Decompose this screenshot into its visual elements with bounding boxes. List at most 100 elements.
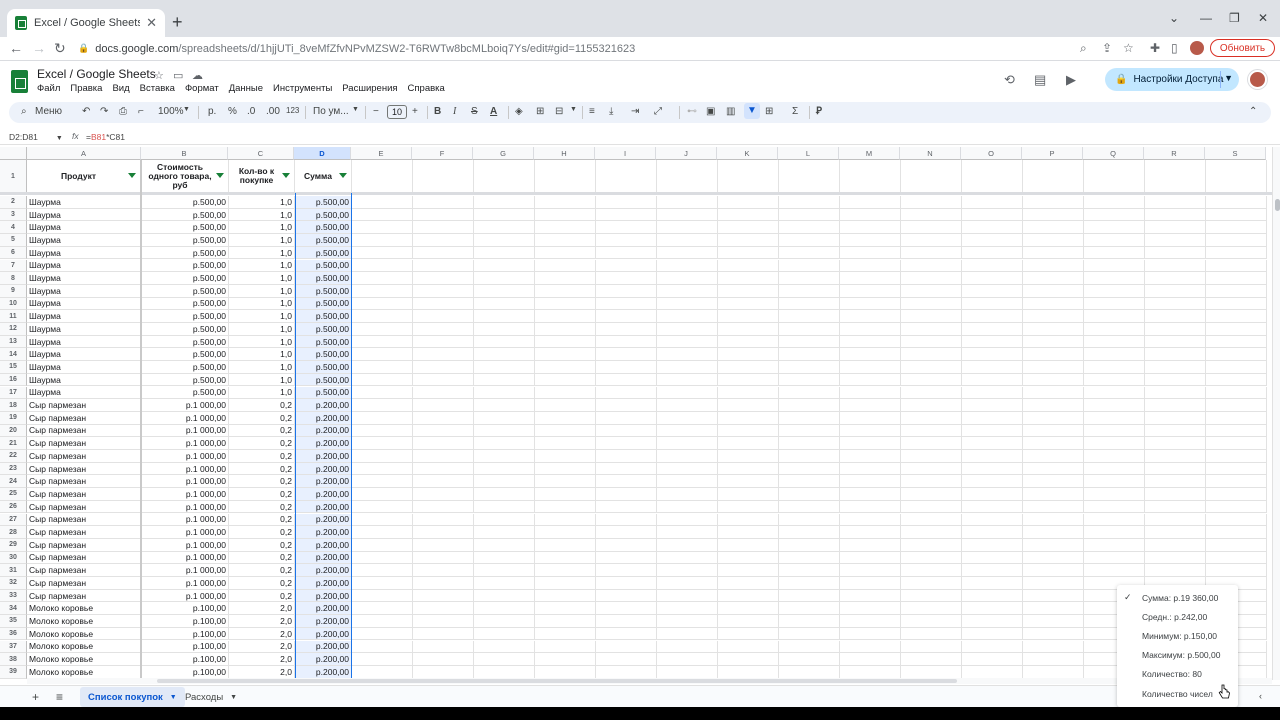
column-header[interactable]: J bbox=[656, 147, 717, 160]
bold-icon[interactable]: B bbox=[434, 106, 441, 117]
table-cell[interactable]: Сыр пармезан bbox=[27, 526, 141, 539]
side-panel-toggle-icon[interactable]: ‹ bbox=[1259, 691, 1262, 701]
table-cell[interactable]: 0,2 bbox=[229, 589, 295, 603]
empty-cell[interactable] bbox=[1145, 373, 1206, 387]
empty-cell[interactable] bbox=[596, 551, 657, 565]
account-avatar[interactable] bbox=[1248, 70, 1267, 89]
filter-icon[interactable]: ▼ bbox=[744, 103, 760, 119]
empty-cell[interactable] bbox=[1206, 424, 1267, 438]
empty-cell[interactable] bbox=[962, 234, 1023, 247]
row-header[interactable]: 35 bbox=[0, 615, 27, 628]
empty-cell[interactable] bbox=[779, 246, 840, 260]
table-cell[interactable]: 2,0 bbox=[229, 615, 295, 628]
empty-cell[interactable] bbox=[535, 653, 596, 666]
increase-font-size-icon[interactable]: + bbox=[412, 106, 418, 117]
stat-max[interactable]: Максимум: р.500,00 bbox=[1117, 646, 1238, 665]
empty-cell[interactable] bbox=[840, 500, 901, 514]
empty-cell[interactable] bbox=[535, 564, 596, 577]
empty-cell[interactable] bbox=[352, 513, 413, 527]
table-cell[interactable]: 1,0 bbox=[229, 373, 295, 387]
empty-cell[interactable] bbox=[718, 297, 779, 311]
table-cell[interactable]: Сыр пармезан bbox=[27, 589, 141, 603]
tab-search-icon[interactable]: ⌄ bbox=[1169, 11, 1179, 25]
empty-cell[interactable] bbox=[962, 475, 1023, 489]
empty-cell[interactable] bbox=[1145, 513, 1206, 527]
table-cell[interactable]: Шаурма bbox=[27, 221, 141, 235]
empty-cell[interactable] bbox=[535, 399, 596, 412]
empty-cell[interactable] bbox=[779, 234, 840, 247]
row-header[interactable]: 39 bbox=[0, 665, 27, 679]
empty-cell[interactable] bbox=[779, 513, 840, 527]
empty-cell[interactable] bbox=[596, 437, 657, 450]
frozen-column-divider[interactable] bbox=[140, 160, 142, 680]
empty-cell[interactable] bbox=[474, 234, 535, 247]
row-header[interactable]: 29 bbox=[0, 538, 27, 552]
empty-cell[interactable] bbox=[1023, 488, 1084, 501]
empty-cell[interactable] bbox=[352, 310, 413, 323]
empty-cell[interactable] bbox=[474, 564, 535, 577]
formula-input[interactable]: =B81*C81 bbox=[86, 132, 125, 142]
empty-cell[interactable] bbox=[840, 424, 901, 438]
font-select[interactable]: По ум... bbox=[313, 106, 349, 117]
empty-cell[interactable] bbox=[962, 411, 1023, 425]
empty-cell[interactable] bbox=[1023, 246, 1084, 260]
share-dropdown-icon[interactable]: ▼ bbox=[1224, 73, 1233, 83]
browser-tab[interactable]: Excel / Google Sheets - Google T ✕ bbox=[7, 9, 165, 37]
empty-cell[interactable] bbox=[779, 500, 840, 514]
header-product[interactable]: Продукт bbox=[27, 160, 141, 193]
empty-cell[interactable] bbox=[901, 450, 962, 463]
table-cell[interactable]: р.500,00 bbox=[142, 335, 229, 349]
menu-tools[interactable]: Инструменты bbox=[273, 83, 332, 94]
table-cell[interactable]: Сыр пармезан bbox=[27, 399, 141, 412]
vertical-scrollbar[interactable] bbox=[1272, 147, 1280, 680]
vertical-scroll-thumb[interactable] bbox=[1275, 199, 1280, 211]
empty-cell[interactable] bbox=[413, 348, 474, 362]
empty-cell[interactable] bbox=[413, 551, 474, 565]
empty-cell[interactable] bbox=[1023, 411, 1084, 425]
empty-cell[interactable] bbox=[352, 653, 413, 666]
empty-cell[interactable] bbox=[535, 234, 596, 247]
empty-cell[interactable] bbox=[1084, 373, 1145, 387]
empty-cell[interactable] bbox=[535, 160, 596, 193]
empty-cell[interactable] bbox=[1206, 284, 1267, 298]
empty-cell[interactable] bbox=[657, 538, 718, 552]
empty-cell[interactable] bbox=[596, 259, 657, 273]
empty-cell[interactable] bbox=[1084, 221, 1145, 235]
table-cell[interactable]: Молоко коровье bbox=[27, 602, 141, 616]
empty-cell[interactable] bbox=[901, 310, 962, 323]
empty-cell[interactable] bbox=[1145, 221, 1206, 235]
font-size-input[interactable]: 10 bbox=[387, 105, 407, 119]
empty-cell[interactable] bbox=[535, 462, 596, 476]
empty-cell[interactable] bbox=[657, 665, 718, 679]
empty-cell[interactable] bbox=[1023, 348, 1084, 362]
empty-cell[interactable] bbox=[1084, 526, 1145, 539]
empty-cell[interactable] bbox=[474, 386, 535, 400]
empty-cell[interactable] bbox=[1145, 284, 1206, 298]
empty-cell[interactable] bbox=[596, 310, 657, 323]
empty-cell[interactable] bbox=[962, 602, 1023, 616]
empty-cell[interactable] bbox=[962, 208, 1023, 222]
empty-cell[interactable] bbox=[840, 450, 901, 463]
empty-cell[interactable] bbox=[413, 399, 474, 412]
empty-cell[interactable] bbox=[596, 640, 657, 654]
empty-cell[interactable] bbox=[596, 589, 657, 603]
empty-cell[interactable] bbox=[535, 221, 596, 235]
empty-cell[interactable] bbox=[840, 361, 901, 374]
empty-cell[interactable] bbox=[535, 513, 596, 527]
empty-cell[interactable] bbox=[840, 335, 901, 349]
empty-cell[interactable] bbox=[1023, 310, 1084, 323]
empty-cell[interactable] bbox=[1084, 475, 1145, 489]
table-cell[interactable]: р.500,00 bbox=[142, 221, 229, 235]
comments-icon[interactable]: ▤ bbox=[1034, 72, 1046, 88]
empty-cell[interactable] bbox=[1206, 323, 1267, 336]
table-cell[interactable]: Шаурма bbox=[27, 284, 141, 298]
empty-cell[interactable] bbox=[413, 297, 474, 311]
empty-cell[interactable] bbox=[840, 196, 901, 209]
empty-cell[interactable] bbox=[1206, 488, 1267, 501]
empty-cell[interactable] bbox=[840, 665, 901, 679]
table-cell[interactable]: 2,0 bbox=[229, 627, 295, 641]
row-header[interactable]: 30 bbox=[0, 551, 27, 565]
empty-cell[interactable] bbox=[1023, 160, 1084, 193]
row-header[interactable]: 6 bbox=[0, 246, 27, 260]
empty-cell[interactable] bbox=[657, 513, 718, 527]
